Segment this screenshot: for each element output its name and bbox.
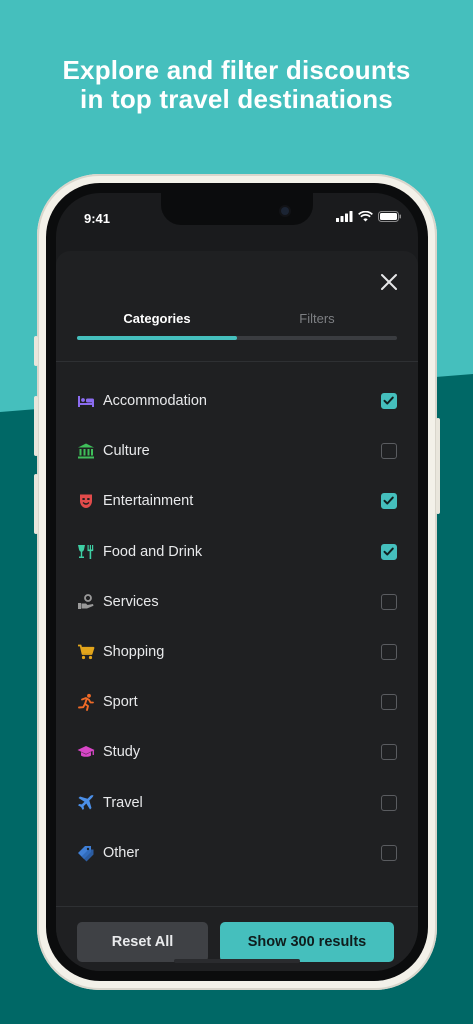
category-checkbox[interactable] bbox=[381, 694, 397, 711]
category-checkbox[interactable] bbox=[381, 744, 397, 761]
category-checkbox[interactable] bbox=[381, 794, 397, 811]
category-label: Entertainment bbox=[103, 493, 194, 510]
battery-icon bbox=[378, 211, 401, 222]
category-item-culture[interactable]: Culture bbox=[56, 426, 418, 476]
category-label: Food and Drink bbox=[103, 543, 203, 560]
show-results-button[interactable]: Show 300 results bbox=[220, 922, 394, 962]
category-label: Travel bbox=[103, 794, 143, 811]
category-item-shopping[interactable]: Shopping bbox=[56, 627, 418, 677]
tab-indicator-track bbox=[77, 336, 397, 340]
category-item-study[interactable]: Study bbox=[56, 727, 418, 777]
filter-sheet: Categories Filters Accommodation Culture… bbox=[56, 251, 418, 971]
graduation-cap-icon bbox=[77, 746, 95, 758]
category-item-other[interactable]: Other bbox=[56, 828, 418, 878]
divider bbox=[56, 906, 418, 907]
category-label: Shopping bbox=[103, 644, 165, 661]
check-icon bbox=[383, 396, 394, 405]
shopping-cart-icon bbox=[78, 644, 95, 660]
category-label: Study bbox=[103, 744, 141, 761]
category-item-travel[interactable]: Travel bbox=[56, 778, 418, 828]
power-button bbox=[436, 418, 440, 514]
notch bbox=[161, 193, 313, 225]
tab-indicator bbox=[77, 336, 237, 340]
category-label: Services bbox=[103, 593, 159, 610]
category-item-accommodation[interactable]: Accommodation bbox=[56, 376, 418, 426]
service-hand-icon bbox=[78, 593, 94, 609]
running-icon bbox=[78, 694, 94, 712]
phone-frame: 9:41 Categories Filters Accommodation Cu… bbox=[34, 174, 440, 990]
category-checkbox[interactable] bbox=[381, 844, 397, 861]
home-indicator bbox=[174, 959, 300, 963]
check-icon bbox=[383, 497, 394, 505]
category-checkbox[interactable] bbox=[381, 543, 397, 560]
category-item-services[interactable]: Services bbox=[56, 577, 418, 627]
category-item-food-and-drink[interactable]: Food and Drink bbox=[56, 527, 418, 577]
tags-icon bbox=[78, 845, 94, 862]
close-icon[interactable] bbox=[378, 271, 400, 293]
headline-line-2: in top travel destinations bbox=[80, 84, 393, 114]
headline-line-1: Explore and filter discounts bbox=[62, 55, 411, 85]
status-icons bbox=[336, 211, 402, 222]
volume-down-button bbox=[34, 474, 38, 534]
signal-icon bbox=[336, 211, 353, 222]
bed-icon bbox=[78, 396, 94, 408]
wifi-icon bbox=[358, 211, 373, 222]
category-checkbox[interactable] bbox=[381, 493, 397, 510]
category-checkbox[interactable] bbox=[381, 393, 397, 410]
status-time: 9:41 bbox=[84, 211, 111, 226]
category-label: Culture bbox=[103, 443, 150, 460]
divider bbox=[56, 361, 418, 362]
food-drink-icon bbox=[78, 544, 94, 559]
mute-switch bbox=[34, 336, 38, 366]
phone-screen: 9:41 Categories Filters Accommodation Cu… bbox=[56, 193, 418, 971]
theater-mask-icon bbox=[80, 494, 92, 509]
category-checkbox[interactable] bbox=[381, 443, 397, 460]
category-label: Accommodation bbox=[103, 393, 207, 410]
museum-icon bbox=[78, 443, 94, 459]
category-checkbox[interactable] bbox=[381, 593, 397, 610]
check-icon bbox=[383, 547, 394, 556]
reset-all-button[interactable]: Reset All bbox=[77, 922, 208, 962]
category-item-sport[interactable]: Sport bbox=[56, 677, 418, 727]
category-item-entertainment[interactable]: Entertainment bbox=[56, 476, 418, 526]
category-label: Sport bbox=[103, 694, 138, 711]
volume-up-button bbox=[34, 396, 38, 456]
headline: Explore and filter discounts in top trav… bbox=[0, 56, 473, 114]
airplane-icon bbox=[78, 794, 94, 810]
phone-bezel: 9:41 Categories Filters Accommodation Cu… bbox=[46, 183, 428, 981]
category-label: Other bbox=[103, 844, 140, 861]
category-checkbox[interactable] bbox=[381, 644, 397, 661]
camera-icon bbox=[281, 207, 289, 215]
category-list: Accommodation Culture Entertainment Food… bbox=[56, 376, 418, 878]
